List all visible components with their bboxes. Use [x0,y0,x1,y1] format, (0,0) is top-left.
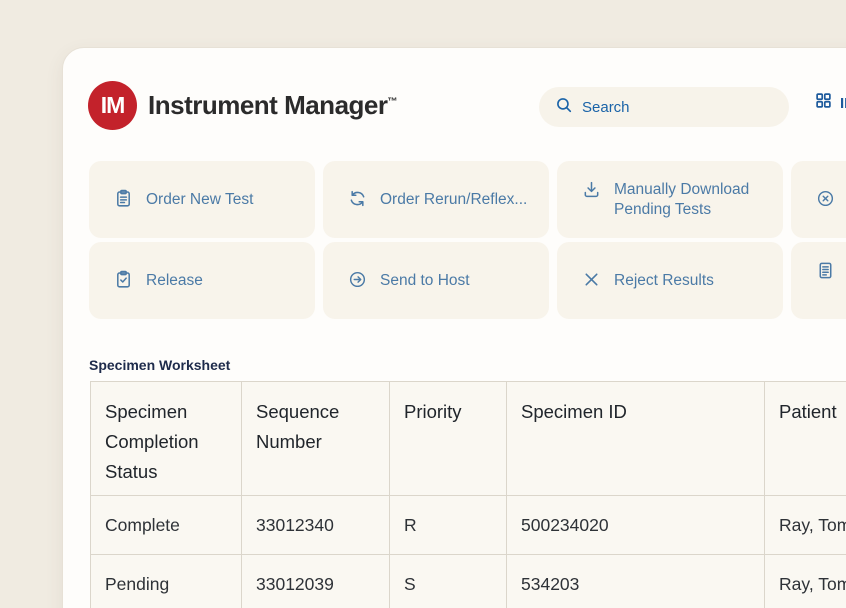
clipboard-icon [114,189,133,211]
order-rerun-reflex-label: Order Rerun/Reflex... [380,190,527,210]
cell-sequence-number[interactable]: 33012039 [242,555,390,608]
app-card: IM Instrument Manager™ IM [62,47,846,608]
apps-menu-label: IM [840,95,846,112]
manually-download-pending-tests-label: Manually Download Pending Tests [614,180,765,220]
im-logo-text: IM [101,92,125,119]
report-button-clipped[interactable]: A R [791,242,846,319]
cancel-button-clipped[interactable]: C [791,161,846,238]
cell-patient[interactable]: Ray, Tom [765,496,846,555]
table-row[interactable]: Pending 33012039 S 534203 Ray, Tom [91,555,846,608]
clipboard-check-icon [114,270,133,292]
apps-menu[interactable]: IM [815,92,846,114]
download-icon [582,180,601,202]
send-to-host-button[interactable]: Send to Host [323,242,549,319]
cell-patient[interactable]: Ray, Tom [765,555,846,608]
col-specimen-id: Specimen ID [507,382,765,496]
rerun-sync-icon [348,189,367,211]
specimen-worksheet-title: Specimen Worksheet [89,357,230,373]
col-specimen-completion-status: Specimen Completion Status [91,382,242,496]
order-new-test-button[interactable]: Order New Test [89,161,315,238]
document-lines-icon [816,261,835,283]
cell-completion-status[interactable]: Pending [91,555,242,608]
specimen-worksheet-table: Specimen Completion Status Sequence Numb… [90,381,846,608]
page-title: Instrument Manager™ [148,90,397,121]
send-to-host-label: Send to Host [380,271,470,291]
trademark-symbol: ™ [388,96,398,107]
release-label: Release [146,271,203,291]
table-header-row: Specimen Completion Status Sequence Numb… [91,382,846,496]
arrow-right-circle-icon [348,270,367,292]
cell-priority[interactable]: S [390,555,507,608]
cell-specimen-id[interactable]: 534203 [507,555,765,608]
cell-sequence-number[interactable]: 33012340 [242,496,390,555]
col-priority: Priority [390,382,507,496]
brand: IM Instrument Manager™ [88,81,397,130]
order-new-test-label: Order New Test [146,190,253,210]
search-bar[interactable] [539,87,789,127]
cell-completion-status[interactable]: Complete [91,496,242,555]
cell-priority[interactable]: R [390,496,507,555]
release-button[interactable]: Release [89,242,315,319]
reject-results-label: Reject Results [614,271,714,291]
table-row[interactable]: Complete 33012340 R 500234020 Ray, Tom [91,496,846,555]
col-patient: Patient [765,382,846,496]
circle-x-icon [816,189,835,211]
search-icon [555,96,573,119]
action-button-grid: Order New Test Order Rerun/Reflex... [89,161,846,319]
cell-specimen-id[interactable]: 500234020 [507,496,765,555]
search-input[interactable] [582,99,752,116]
viewport: IM Instrument Manager™ IM [0,0,846,608]
reject-results-button[interactable]: Reject Results [557,242,783,319]
im-logo: IM [88,81,137,130]
grid-apps-icon [815,92,832,114]
col-sequence-number: Sequence Number [242,382,390,496]
order-rerun-reflex-button[interactable]: Order Rerun/Reflex... [323,161,549,238]
x-icon [582,270,601,292]
manually-download-pending-tests-button[interactable]: Manually Download Pending Tests [557,161,783,238]
